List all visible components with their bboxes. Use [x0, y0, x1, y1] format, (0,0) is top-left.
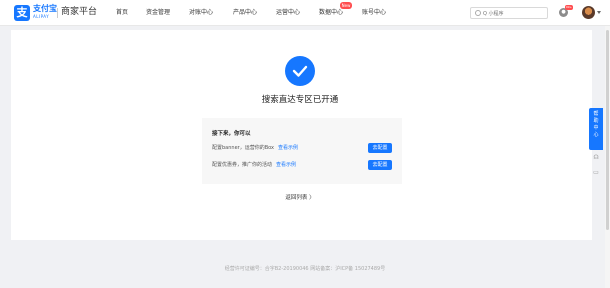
next-step-text: 配置banner，运营你的Box: [212, 145, 275, 151]
view-example-link[interactable]: 查看示例: [276, 162, 296, 168]
search-box[interactable]: [470, 7, 548, 19]
brand-divider: [57, 8, 58, 18]
nav-item-home[interactable]: 首页: [116, 8, 128, 18]
top-navigation-bar: 支 支付宝 ALIPAY 商家平台 首页 资金管理 对账中心 产品中心 运营中心…: [0, 0, 610, 26]
nav-item-products[interactable]: 产品中心: [233, 8, 257, 18]
configure-coupon-button[interactable]: 去配置: [368, 160, 392, 170]
brand-name: 支付宝: [33, 4, 57, 13]
avatar[interactable]: [582, 6, 595, 19]
brand-subtitle: ALIPAY: [33, 14, 50, 19]
nav-item-funds[interactable]: 资金管理: [146, 8, 170, 18]
nav-item-data[interactable]: 数据中心: [319, 8, 343, 18]
help-char: 心: [593, 132, 599, 138]
footer-license-text: 经营许可证编号：合字B2-20190046 网站备案：沪ICP备 1502748…: [224, 266, 386, 272]
view-example-link[interactable]: 查看示例: [278, 145, 298, 151]
next-step-row: 配置banner，运营你的Box 查看示例: [212, 144, 298, 152]
next-step-row: 配置优惠券，推广你的活动 查看示例: [212, 161, 296, 169]
back-to-list-link[interactable]: 返回列表 〉: [270, 194, 330, 202]
nav-item-operations[interactable]: 运营中心: [276, 8, 300, 18]
chevron-down-icon[interactable]: [597, 11, 601, 14]
success-check-icon: [285, 56, 315, 86]
help-char: 助: [593, 118, 599, 124]
headset-icon[interactable]: ☊: [591, 153, 601, 163]
platform-title: 商家平台: [61, 7, 98, 17]
notification-count-badge: 99+: [565, 5, 573, 10]
nav-item-account[interactable]: 账号中心: [362, 8, 386, 18]
alipay-logo-icon[interactable]: 支: [14, 5, 30, 21]
search-icon: [475, 10, 481, 16]
next-steps-panel: 接下来，你可以 配置banner，运营你的Box 查看示例 去配置 配置优惠券，推…: [202, 118, 402, 184]
configure-banner-button[interactable]: 去配置: [368, 143, 392, 153]
scrollbar-thumb[interactable]: [606, 30, 609, 230]
feedback-icon[interactable]: ▭: [591, 168, 601, 178]
next-steps-title: 接下来，你可以: [212, 131, 251, 137]
next-step-text: 配置优惠券，推广你的活动: [212, 162, 273, 168]
help-char: 中: [593, 125, 599, 131]
help-center-button[interactable]: 帮 助 中 心: [589, 108, 603, 150]
nav-item-reconciliation[interactable]: 对账中心: [189, 8, 213, 18]
new-badge: New: [340, 2, 352, 9]
search-input[interactable]: [483, 9, 543, 18]
help-char: 帮: [593, 111, 599, 117]
success-title: 搜索直达专区已开通: [261, 95, 339, 105]
